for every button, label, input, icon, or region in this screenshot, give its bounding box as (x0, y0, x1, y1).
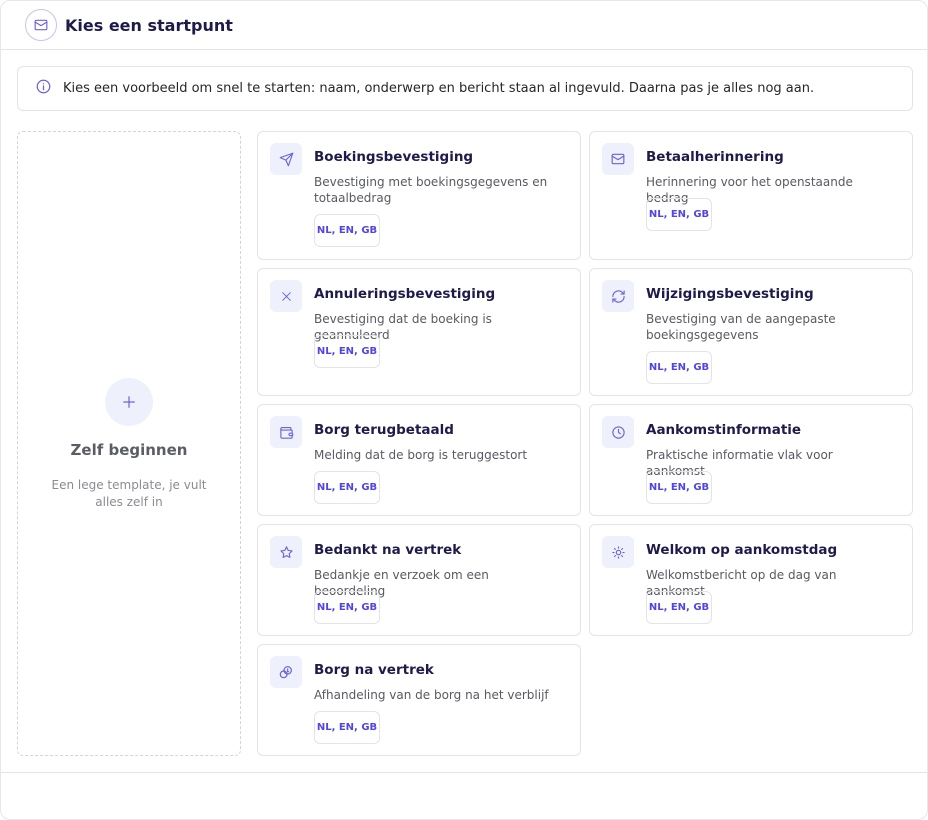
template-title: Boekingsbevestiging (314, 149, 474, 165)
close-icon (270, 280, 302, 312)
template-description: Afhandeling van de borg na het verblijf (314, 688, 549, 702)
template-card-borg-na-vertrek[interactable]: Borg na vertrek Afhandeling van de borg … (257, 644, 581, 756)
mail-icon (602, 143, 634, 175)
language-badge: NL, EN, GB (314, 471, 380, 504)
template-card-borg-terugbetaald[interactable]: Borg terugbetaald Melding dat de borg is… (257, 404, 581, 516)
language-badge: NL, EN, GB (646, 591, 712, 624)
template-title: Wijzigingsbevestiging (646, 286, 814, 302)
blank-template-card[interactable]: Zelf beginnen Een lege template, je vult… (17, 131, 241, 756)
template-description: Melding dat de borg is teruggestort (314, 448, 528, 462)
info-banner: Kies een voorbeeld om snel te starten: n… (17, 66, 913, 111)
plus-icon[interactable] (105, 378, 153, 426)
wallet-icon (270, 416, 302, 448)
info-icon (36, 79, 63, 98)
template-title: Betaalherinnering (646, 149, 784, 165)
language-badge: NL, EN, GB (646, 198, 712, 231)
template-description: Bevestiging met boekingsgegevens en tota… (314, 175, 548, 205)
template-card-wijzigingsbevestiging[interactable]: Wijzigingsbevestiging Bevestiging van de… (589, 268, 913, 396)
language-badge: NL, EN, GB (314, 591, 380, 624)
send-icon (270, 143, 302, 175)
template-card-bedankt-na-vertrek[interactable]: Bedankt na vertrek Bedankje en verzoek o… (257, 524, 581, 636)
dialog-footer (1, 772, 927, 819)
template-title: Aankomstinformatie (646, 422, 802, 438)
dialog-title: Kies een startpunt (65, 15, 233, 35)
sun-icon (602, 536, 634, 568)
dialog-header: Kies een startpunt (1, 1, 927, 50)
template-description: Bevestiging van de aangepaste boekingsge… (646, 312, 836, 342)
template-title: Annuleringsbevestiging (314, 286, 496, 302)
blank-template-description: Een lege template, je vult alles zelf in (51, 478, 207, 509)
template-card-boekingsbevestiging[interactable]: Boekingsbevestiging Bevestiging met boek… (257, 131, 581, 260)
template-title: Borg na vertrek (314, 662, 434, 678)
star-icon (270, 536, 302, 568)
blank-template-title: Zelf beginnen (70, 441, 188, 459)
template-picker-dialog: Kies een startpunt Kies een voorbeeld om… (0, 0, 928, 820)
language-badge: NL, EN, GB (314, 711, 380, 744)
template-title: Bedankt na vertrek (314, 542, 462, 558)
language-badge: NL, EN, GB (646, 471, 712, 504)
template-title: Welkom op aankomstdag (646, 542, 838, 558)
coins-icon (270, 656, 302, 688)
clock-icon (602, 416, 634, 448)
template-card-aankomstinformatie[interactable]: Aankomstinformatie Praktische informatie… (589, 404, 913, 516)
language-badge: NL, EN, GB (646, 351, 712, 384)
template-card-annuleringsbevestiging[interactable]: Annuleringsbevestiging Bevestiging dat d… (257, 268, 581, 396)
template-card-betaalherinnering[interactable]: Betaalherinnering Herinnering voor het o… (589, 131, 913, 260)
mail-icon (25, 9, 57, 41)
template-title: Borg terugbetaald (314, 422, 454, 438)
info-text: Kies een voorbeeld om snel te starten: n… (63, 81, 815, 96)
refresh-icon (602, 280, 634, 312)
language-badge: NL, EN, GB (314, 335, 380, 368)
template-card-welkom-op-aankomstdag[interactable]: Welkom op aankomstdag Welkomstbericht op… (589, 524, 913, 636)
language-badge: NL, EN, GB (314, 214, 380, 247)
